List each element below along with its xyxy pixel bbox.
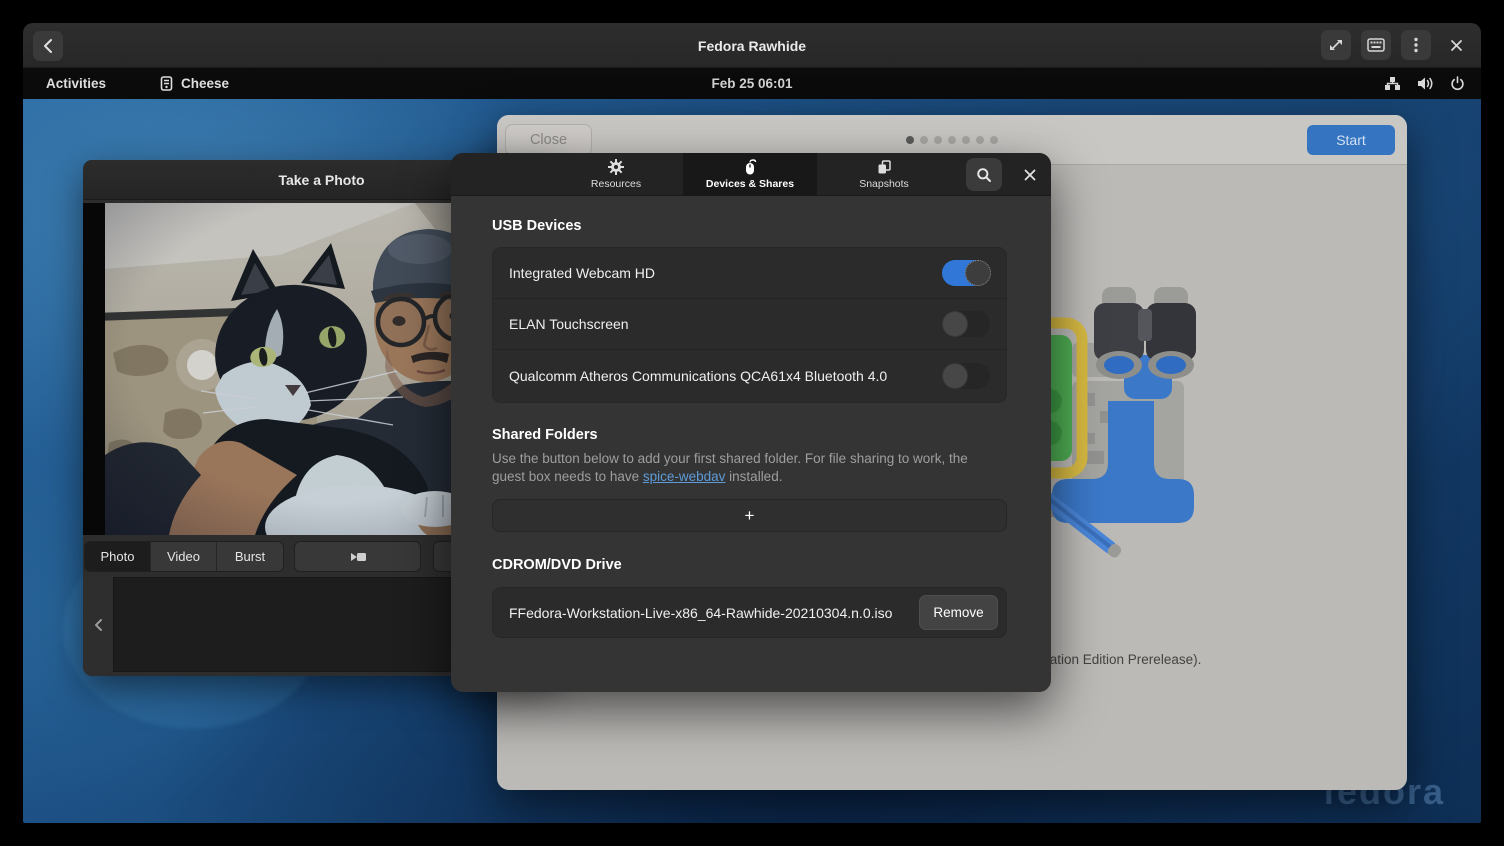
wizard-page-dots: [497, 136, 1407, 144]
device-toggle[interactable]: [942, 311, 990, 337]
snapshots-icon: [876, 159, 892, 175]
window-title: Fedora Rawhide: [23, 23, 1481, 68]
tab-label: Snapshots: [859, 178, 909, 190]
gnome-top-bar: Activities Cheese Feb 25 06:01: [23, 68, 1481, 99]
clock[interactable]: Feb 25 06:01: [23, 68, 1481, 99]
menu-button[interactable]: [1401, 30, 1431, 60]
properties-dialog: Resources Devices & Shares: [451, 153, 1051, 692]
search-button[interactable]: [966, 158, 1002, 191]
shared-folders-heading: Shared Folders: [492, 427, 598, 443]
desktop-wallpaper: fedora Close Start: [23, 99, 1481, 823]
keyboard-icon: [1367, 38, 1385, 52]
device-name: Integrated Webcam HD: [509, 265, 942, 281]
shared-folders-description: Use the button below to add your first s…: [492, 450, 984, 486]
chevron-left-icon: [94, 618, 103, 632]
wizard-start-button[interactable]: Start: [1307, 125, 1395, 155]
cdrom-heading: CDROM/DVD Drive: [492, 557, 622, 573]
network-wired-icon: [1384, 76, 1401, 91]
desc-text: installed.: [725, 469, 782, 484]
usb-device-row: Qualcomm Atheros Communications QCA61x4 …: [493, 350, 1006, 401]
window-titlebar: Fedora Rawhide: [23, 23, 1481, 68]
properties-close-button[interactable]: [1014, 158, 1046, 191]
cdrom-row: FFedora-Workstation-Live-x86_64-Rawhide-…: [492, 587, 1007, 638]
carousel-dot: [948, 136, 956, 144]
window-close-button[interactable]: [1441, 30, 1471, 60]
camera-icon: [348, 550, 368, 564]
device-toggle[interactable]: [942, 363, 990, 389]
device-toggle[interactable]: [942, 260, 990, 286]
tab-label: Resources: [591, 178, 641, 190]
system-tray[interactable]: [1384, 68, 1465, 99]
tab-resources[interactable]: Resources: [549, 153, 683, 196]
add-shared-folder-button[interactable]: +: [492, 499, 1007, 532]
carousel-dot: [934, 136, 942, 144]
mode-burst-button[interactable]: Burst: [217, 542, 283, 571]
virtual-machine-window: Fedora Rawhide: [23, 23, 1481, 823]
boxes-artwork: [1042, 283, 1252, 563]
keyboard-shortcuts-button[interactable]: [1361, 30, 1391, 60]
spice-webdav-link[interactable]: spice-webdav: [643, 469, 726, 484]
scroll-left-button[interactable]: [83, 577, 113, 672]
mode-video-button[interactable]: Video: [151, 542, 217, 571]
mode-switcher: Photo Video Burst: [84, 541, 284, 572]
remove-iso-button[interactable]: Remove: [919, 595, 998, 630]
mode-photo-button[interactable]: Photo: [85, 542, 151, 571]
properties-tabbar: Resources Devices & Shares: [451, 153, 1051, 196]
toggle-knob: [942, 311, 968, 337]
tab-snapshots[interactable]: Snapshots: [817, 153, 951, 196]
usb-device-row: Integrated Webcam HD: [493, 248, 1006, 299]
mouse-icon: [742, 159, 758, 175]
usb-device-row: ELAN Touchscreen: [493, 299, 1006, 350]
usb-devices-list: Integrated Webcam HD ELAN Touchscreen Qu…: [492, 247, 1007, 403]
power-icon: [1450, 76, 1465, 91]
search-icon: [976, 167, 992, 183]
menu-kebab-icon: [1414, 37, 1418, 53]
carousel-dot: [962, 136, 970, 144]
toggle-knob: [942, 363, 968, 389]
device-name: Qualcomm Atheros Communications QCA61x4 …: [509, 368, 942, 384]
carousel-dot: [976, 136, 984, 144]
cheese-title: Take a Photo: [278, 172, 364, 188]
device-name: ELAN Touchscreen: [509, 316, 942, 332]
usb-devices-heading: USB Devices: [492, 218, 581, 234]
carousel-dot: [906, 136, 914, 144]
box-description-partial: tation Edition Prerelease).: [1046, 652, 1201, 667]
photo-letterbox: [83, 203, 105, 535]
gear-icon: [608, 159, 624, 175]
take-photo-button[interactable]: [294, 541, 421, 572]
carousel-dot: [920, 136, 928, 144]
close-icon: [1024, 169, 1036, 181]
tab-label: Devices & Shares: [706, 178, 794, 190]
fullscreen-button[interactable]: [1321, 30, 1351, 60]
close-icon: [1450, 39, 1463, 52]
fullscreen-icon: [1328, 37, 1344, 53]
volume-icon: [1417, 76, 1434, 91]
tab-devices-shares[interactable]: Devices & Shares: [683, 153, 817, 196]
toggle-knob: [965, 260, 991, 286]
carousel-dot: [990, 136, 998, 144]
iso-filename: FFedora-Workstation-Live-x86_64-Rawhide-…: [509, 605, 919, 621]
